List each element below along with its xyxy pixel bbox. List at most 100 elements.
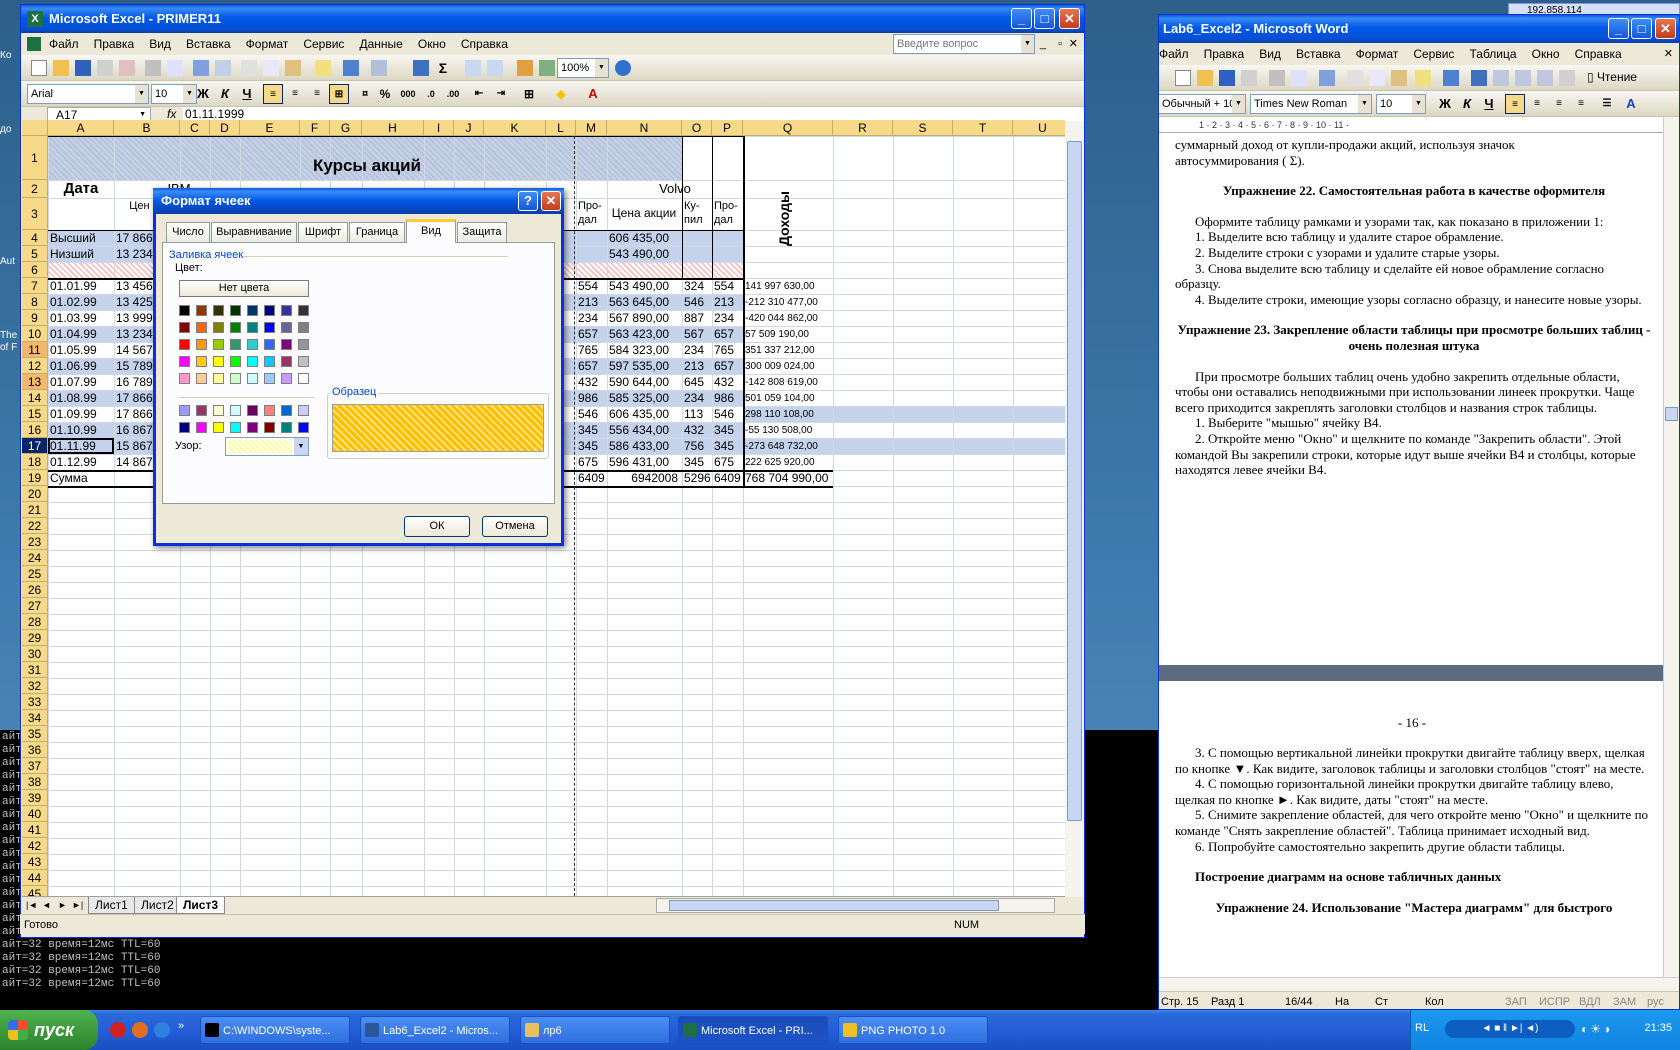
tab-protection[interactable]: Защита	[457, 222, 507, 242]
increase-indent-button[interactable]: ⇥	[491, 84, 511, 104]
color-swatch[interactable]	[230, 373, 241, 384]
paragraph[interactable]: 1. Выберите "мышью" ячейку B4.	[1175, 415, 1653, 431]
paragraph[interactable]: Оформите таблицу рамками и узорами так, …	[1175, 214, 1653, 230]
media-player-controls[interactable]: ◄ ■ ‖ ►| ◄)	[1445, 1020, 1575, 1038]
value-cell[interactable]: 675	[714, 455, 734, 470]
date-cell[interactable]: Высший	[50, 231, 96, 246]
chevron-right-icon[interactable]: »	[178, 1020, 184, 1032]
pattern-select[interactable]: ▼	[225, 437, 309, 456]
help-icon[interactable]	[615, 60, 631, 76]
value-cell[interactable]: 345	[684, 455, 704, 470]
decrease-decimal-button[interactable]: .00	[443, 84, 463, 104]
row-header[interactable]: 28	[22, 614, 48, 630]
save-icon[interactable]	[75, 60, 91, 76]
row-header[interactable]: 10	[22, 326, 48, 342]
value-cell[interactable]: 213	[578, 295, 598, 310]
value-cell[interactable]: 554	[714, 279, 734, 294]
price-cell[interactable]: 17 866	[116, 391, 153, 406]
no-color-button[interactable]: Нет цвета	[179, 280, 309, 297]
word-titlebar[interactable]: Lab6_Excel2 - Microsoft Word _ □ ✕	[1159, 15, 1679, 43]
color-swatch[interactable]	[230, 305, 241, 316]
scroll-thumb[interactable]	[1067, 141, 1082, 821]
italic-button[interactable]: К	[215, 84, 235, 104]
column-header[interactable]: L	[546, 120, 576, 136]
paragraph[interactable]: 4. С помощью горизонтальной линейки прок…	[1175, 776, 1653, 807]
menu-file[interactable]: Файл	[1159, 43, 1195, 65]
open-icon[interactable]	[1197, 70, 1213, 86]
color-swatch[interactable]	[179, 373, 190, 384]
row-header[interactable]: 26	[22, 582, 48, 598]
date-cell[interactable]: Низший	[50, 247, 94, 262]
email-icon[interactable]	[119, 60, 135, 76]
color-swatch[interactable]	[264, 405, 275, 416]
paragraph[interactable]: автосуммирования ( Σ).	[1175, 153, 1653, 169]
row-header[interactable]: 14	[22, 390, 48, 406]
price-cell[interactable]: 13 999	[116, 311, 153, 326]
value-cell[interactable]: 675	[578, 455, 598, 470]
price-header[interactable]: Цена акции	[609, 206, 679, 221]
menu-data[interactable]: Данные	[354, 33, 409, 55]
menu-edit[interactable]: Правка	[1198, 43, 1251, 65]
paragraph[interactable]: 4. Выделите строки, имеющие узоры соглас…	[1175, 292, 1653, 308]
align-center-button[interactable]: ≡	[285, 84, 305, 104]
select-all-corner[interactable]	[22, 120, 48, 136]
value-cell[interactable]: 543 490,00	[609, 279, 678, 294]
column-header[interactable]: T	[953, 120, 1013, 136]
color-swatch[interactable]	[264, 339, 275, 350]
save-icon[interactable]	[1219, 70, 1235, 86]
taskbar-button[interactable]: C:\WINDOWS\syste...	[200, 1016, 350, 1044]
font-combo[interactable]: Arial ▼	[27, 84, 149, 104]
price-cell[interactable]: 14 867	[116, 455, 153, 470]
value-cell[interactable]: 606 435,00	[609, 231, 678, 246]
paragraph[interactable]: Упражнение 22. Самостоятельная работа в …	[1175, 183, 1653, 199]
tab-border[interactable]: Граница	[349, 222, 405, 242]
font-combo[interactable]: Times New Roman ▼	[1250, 94, 1372, 114]
row-header[interactable]: 35	[22, 726, 48, 742]
row-header[interactable]: 13	[22, 374, 48, 390]
date-cell[interactable]: 01.01.99	[50, 279, 97, 294]
price-cell[interactable]: 15 867	[116, 439, 153, 454]
value-cell[interactable]: 597 535,00	[609, 359, 678, 374]
income-cell[interactable]: 351 337 212,00	[745, 343, 815, 358]
chart-wizard-icon[interactable]	[517, 60, 533, 76]
copy-icon[interactable]	[1369, 70, 1385, 86]
color-swatch[interactable]	[247, 373, 258, 384]
income-cell[interactable]: -420 044 862,00	[745, 311, 818, 326]
paste-icon[interactable]	[1391, 70, 1407, 86]
color-swatch[interactable]	[213, 305, 224, 316]
align-right-button[interactable]: ≡	[1549, 94, 1569, 114]
value-cell[interactable]: 345	[578, 439, 598, 454]
column-header[interactable]: H	[362, 120, 424, 136]
doc-restore-icon[interactable]: ▫	[1058, 33, 1062, 55]
menu-help[interactable]: Справка	[1569, 43, 1628, 65]
underline-button[interactable]: Ч	[1479, 94, 1499, 114]
sheet-title[interactable]: Курсы акций	[50, 156, 684, 176]
row-header[interactable]: 11	[22, 342, 48, 358]
align-center-button[interactable]: ≡	[1527, 94, 1547, 114]
row-header[interactable]: 7	[22, 278, 48, 294]
name-box[interactable]: A17 ▼	[47, 107, 151, 122]
tab-patterns[interactable]: Вид	[406, 219, 456, 243]
tab-number[interactable]: Число	[166, 222, 210, 242]
spelling-icon[interactable]	[1319, 70, 1335, 86]
menu-window[interactable]: Окно	[412, 33, 452, 55]
menu-insert[interactable]: Вставка	[180, 33, 237, 55]
color-swatch[interactable]	[247, 322, 258, 333]
sort-descending-icon[interactable]	[487, 60, 503, 76]
font-size-combo[interactable]: 10 ▼	[151, 84, 197, 104]
row-header[interactable]: 23	[22, 534, 48, 550]
value-cell[interactable]: 606 435,00	[609, 407, 678, 422]
color-swatch[interactable]	[196, 405, 207, 416]
color-swatch[interactable]	[196, 322, 207, 333]
taskbar-button[interactable]: Microsoft Excel - PRI...	[678, 1016, 828, 1044]
color-swatch[interactable]	[230, 356, 241, 367]
value-cell[interactable]: 584 323,00	[609, 343, 678, 358]
row-header[interactable]: 36	[22, 742, 48, 758]
row-header[interactable]: 2	[22, 180, 48, 198]
new-icon[interactable]	[1175, 70, 1191, 86]
paragraph[interactable]: Упражнение 24. Использование "Мастера ди…	[1175, 900, 1653, 916]
value-cell[interactable]: 657	[578, 327, 598, 342]
word-window[interactable]: Lab6_Excel2 - Microsoft Word _ □ ✕ Файл …	[1158, 14, 1680, 1010]
scroll-thumb[interactable]	[669, 900, 999, 911]
ok-button[interactable]: ОК	[404, 516, 470, 537]
